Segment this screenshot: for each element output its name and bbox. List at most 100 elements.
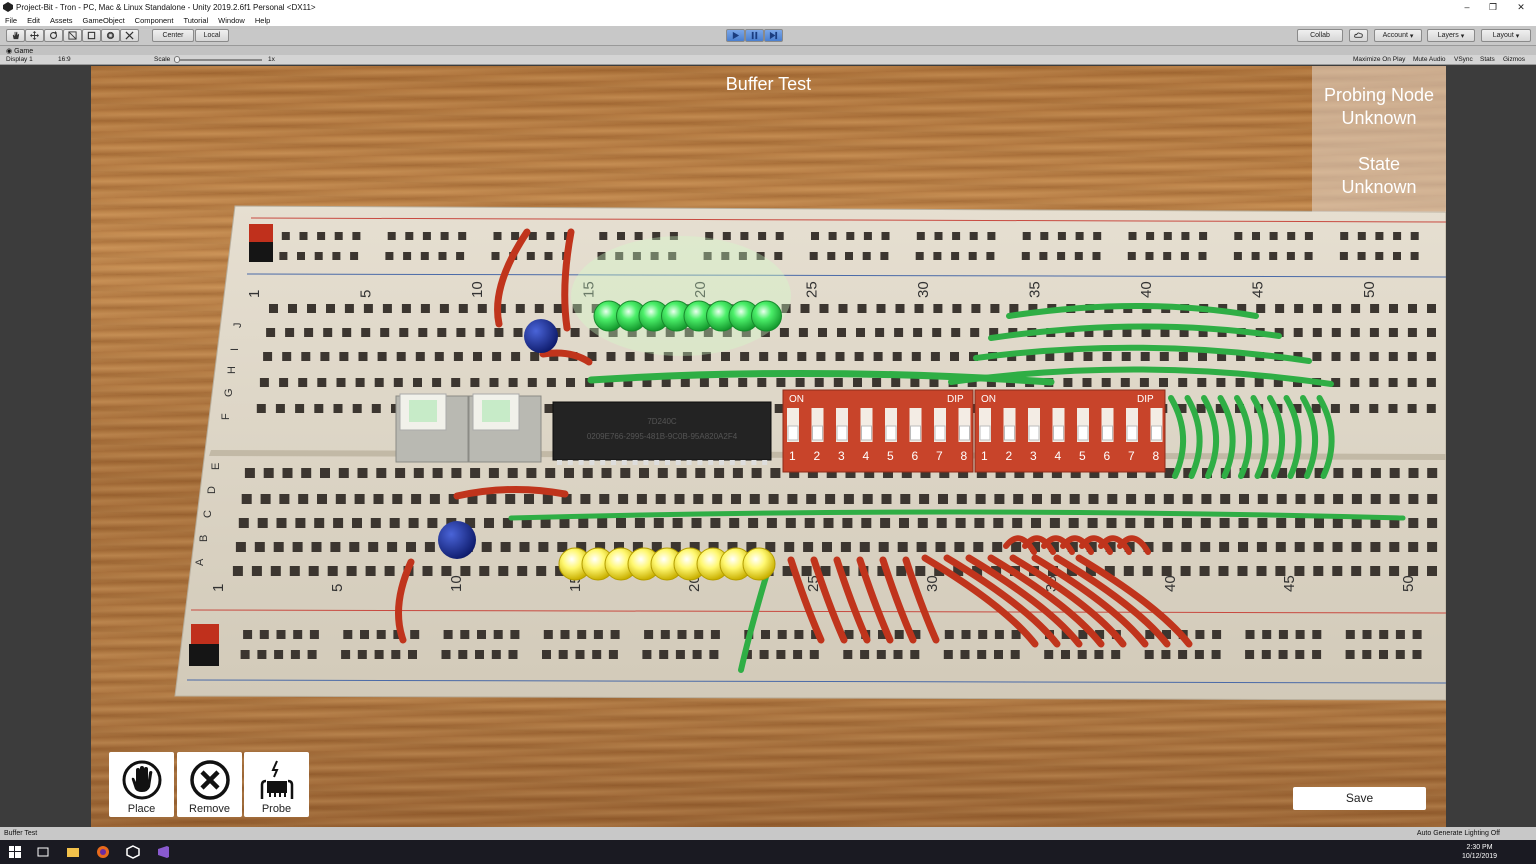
vsync-toggle[interactable]: VSync xyxy=(1454,56,1473,63)
breadboard-hole xyxy=(710,630,720,639)
breadboard-scene[interactable]: 1510152025303540455015101520253035404550… xyxy=(91,66,1446,827)
menu-assets[interactable]: Assets xyxy=(45,16,78,25)
space-label: Local xyxy=(203,32,221,39)
breadboard-hole xyxy=(876,304,886,313)
window-title-bar: Project-Bit - Tron - PC, Mac & Linux Sta… xyxy=(0,0,1536,14)
breadboard-hole xyxy=(1245,650,1255,659)
pause-button[interactable] xyxy=(745,29,764,42)
scale-tool-button[interactable] xyxy=(63,29,82,42)
breadboard-hole xyxy=(257,650,267,659)
stats-toggle[interactable]: Stats xyxy=(1480,56,1495,63)
probe-button[interactable]: Probe xyxy=(244,752,309,817)
remove-button[interactable]: Remove xyxy=(177,752,242,817)
collab-dropdown[interactable]: Collab xyxy=(1297,29,1343,42)
step-button[interactable] xyxy=(764,29,783,42)
windows-taskbar: 2:30 PM 10/12/2019 xyxy=(0,840,1536,864)
menu-edit[interactable]: Edit xyxy=(22,16,45,25)
minimize-button[interactable]: – xyxy=(1454,0,1480,14)
move-tool-button[interactable] xyxy=(25,29,44,42)
breadboard-hole xyxy=(1238,518,1249,528)
green-leds xyxy=(593,300,782,332)
breadboard-hole xyxy=(693,494,704,504)
dip-lever[interactable] xyxy=(861,425,872,441)
breadboard-hole xyxy=(825,494,836,504)
breadboard-hole xyxy=(1426,404,1436,413)
maximize-button[interactable]: ❐ xyxy=(1480,0,1506,14)
dip-lever[interactable] xyxy=(1102,425,1113,441)
transform-tool-button[interactable] xyxy=(101,29,120,42)
aspect-dropdown[interactable]: 16:9 xyxy=(58,56,71,63)
save-button[interactable]: Save xyxy=(1293,787,1426,810)
unity-app-icon[interactable] xyxy=(124,843,142,861)
dip-lever[interactable] xyxy=(934,425,946,441)
breadboard-hole xyxy=(592,650,602,659)
dip1-dip-label: DIP xyxy=(947,394,964,405)
dip-lever[interactable] xyxy=(1004,425,1015,441)
breadboard-hole xyxy=(377,352,387,361)
dip-lever[interactable] xyxy=(885,425,897,441)
dip-lever[interactable] xyxy=(1028,425,1040,441)
display-dropdown[interactable]: Display 1 xyxy=(6,56,33,63)
chip-pin xyxy=(589,460,595,465)
play-button[interactable] xyxy=(726,29,745,42)
menu-file[interactable]: File xyxy=(0,16,22,25)
dip-lever[interactable] xyxy=(1126,425,1138,441)
dip-number: 2 xyxy=(814,449,821,463)
probe-ball-top[interactable] xyxy=(524,319,558,353)
windows-start-icon[interactable] xyxy=(6,843,24,861)
dip-lever[interactable] xyxy=(812,425,823,441)
breadboard-hole xyxy=(1350,352,1360,361)
menu-gameobject[interactable]: GameObject xyxy=(78,16,130,25)
scale-slider[interactable] xyxy=(174,56,262,63)
breadboard-hole xyxy=(1304,252,1313,260)
layers-dropdown[interactable]: Layers ▾ xyxy=(1427,29,1475,42)
green-led[interactable] xyxy=(751,300,782,332)
pivot-center-toggle[interactable]: Center xyxy=(152,29,194,42)
hand-tool-button[interactable] xyxy=(6,29,25,42)
scale-slider-handle[interactable] xyxy=(174,56,180,63)
ic-chip[interactable]: 7D240C 0209E766-2995-481B-9C0B-95A820A2F… xyxy=(552,401,772,461)
dip-lever[interactable] xyxy=(959,425,970,441)
file-explorer-icon[interactable] xyxy=(64,843,82,861)
menu-component[interactable]: Component xyxy=(130,16,179,25)
menu-help[interactable]: Help xyxy=(250,16,275,25)
dip-number: 8 xyxy=(1153,449,1160,463)
maximize-on-play-toggle[interactable]: Maximize On Play xyxy=(1353,56,1405,63)
taskbar-clock[interactable]: 2:30 PM 10/12/2019 xyxy=(1462,843,1497,861)
close-button[interactable]: ✕ xyxy=(1508,0,1534,14)
breadboard-hole xyxy=(1312,352,1322,361)
task-view-icon[interactable] xyxy=(34,843,52,861)
game-viewport[interactable]: 1510152025303540455015101520253035404550… xyxy=(91,66,1446,827)
push-button-1[interactable] xyxy=(395,393,469,463)
menu-tutorial[interactable]: Tutorial xyxy=(178,16,213,25)
dip-lever[interactable] xyxy=(1077,425,1089,441)
mute-audio-toggle[interactable]: Mute Audio xyxy=(1413,56,1446,63)
account-dropdown[interactable]: Account ▾ xyxy=(1374,29,1422,42)
dip-lever[interactable] xyxy=(979,425,991,441)
layout-dropdown[interactable]: Layout ▾ xyxy=(1481,29,1531,42)
breadboard-hole xyxy=(1286,252,1295,260)
rotate-tool-button[interactable] xyxy=(44,29,63,42)
place-button[interactable]: Place xyxy=(109,752,174,817)
dip-lever[interactable] xyxy=(836,425,848,441)
rect-tool-button[interactable] xyxy=(82,29,101,42)
dip-lever[interactable] xyxy=(1151,425,1162,441)
gizmos-dropdown[interactable]: Gizmos xyxy=(1503,56,1525,63)
dip-lever[interactable] xyxy=(910,425,921,441)
firefox-icon[interactable] xyxy=(94,843,112,861)
probe-ball-bottom[interactable] xyxy=(438,521,476,559)
menu-window[interactable]: Window xyxy=(213,16,250,25)
breadboard-hole xyxy=(974,518,985,528)
yellow-led[interactable] xyxy=(742,547,776,581)
dip-lever[interactable] xyxy=(1053,425,1064,441)
breadboard-hole xyxy=(709,650,719,659)
dip-lever[interactable] xyxy=(787,425,799,441)
custom-tool-button[interactable] xyxy=(120,29,139,42)
space-local-toggle[interactable]: Local xyxy=(195,29,229,42)
visual-studio-icon[interactable] xyxy=(154,843,172,861)
tab-game[interactable]: ◉ Game xyxy=(6,47,33,55)
cloud-button[interactable] xyxy=(1349,29,1368,42)
breadboard-hole xyxy=(1061,650,1070,659)
breadboard-hole xyxy=(1064,352,1074,361)
push-button-2[interactable] xyxy=(468,393,542,463)
